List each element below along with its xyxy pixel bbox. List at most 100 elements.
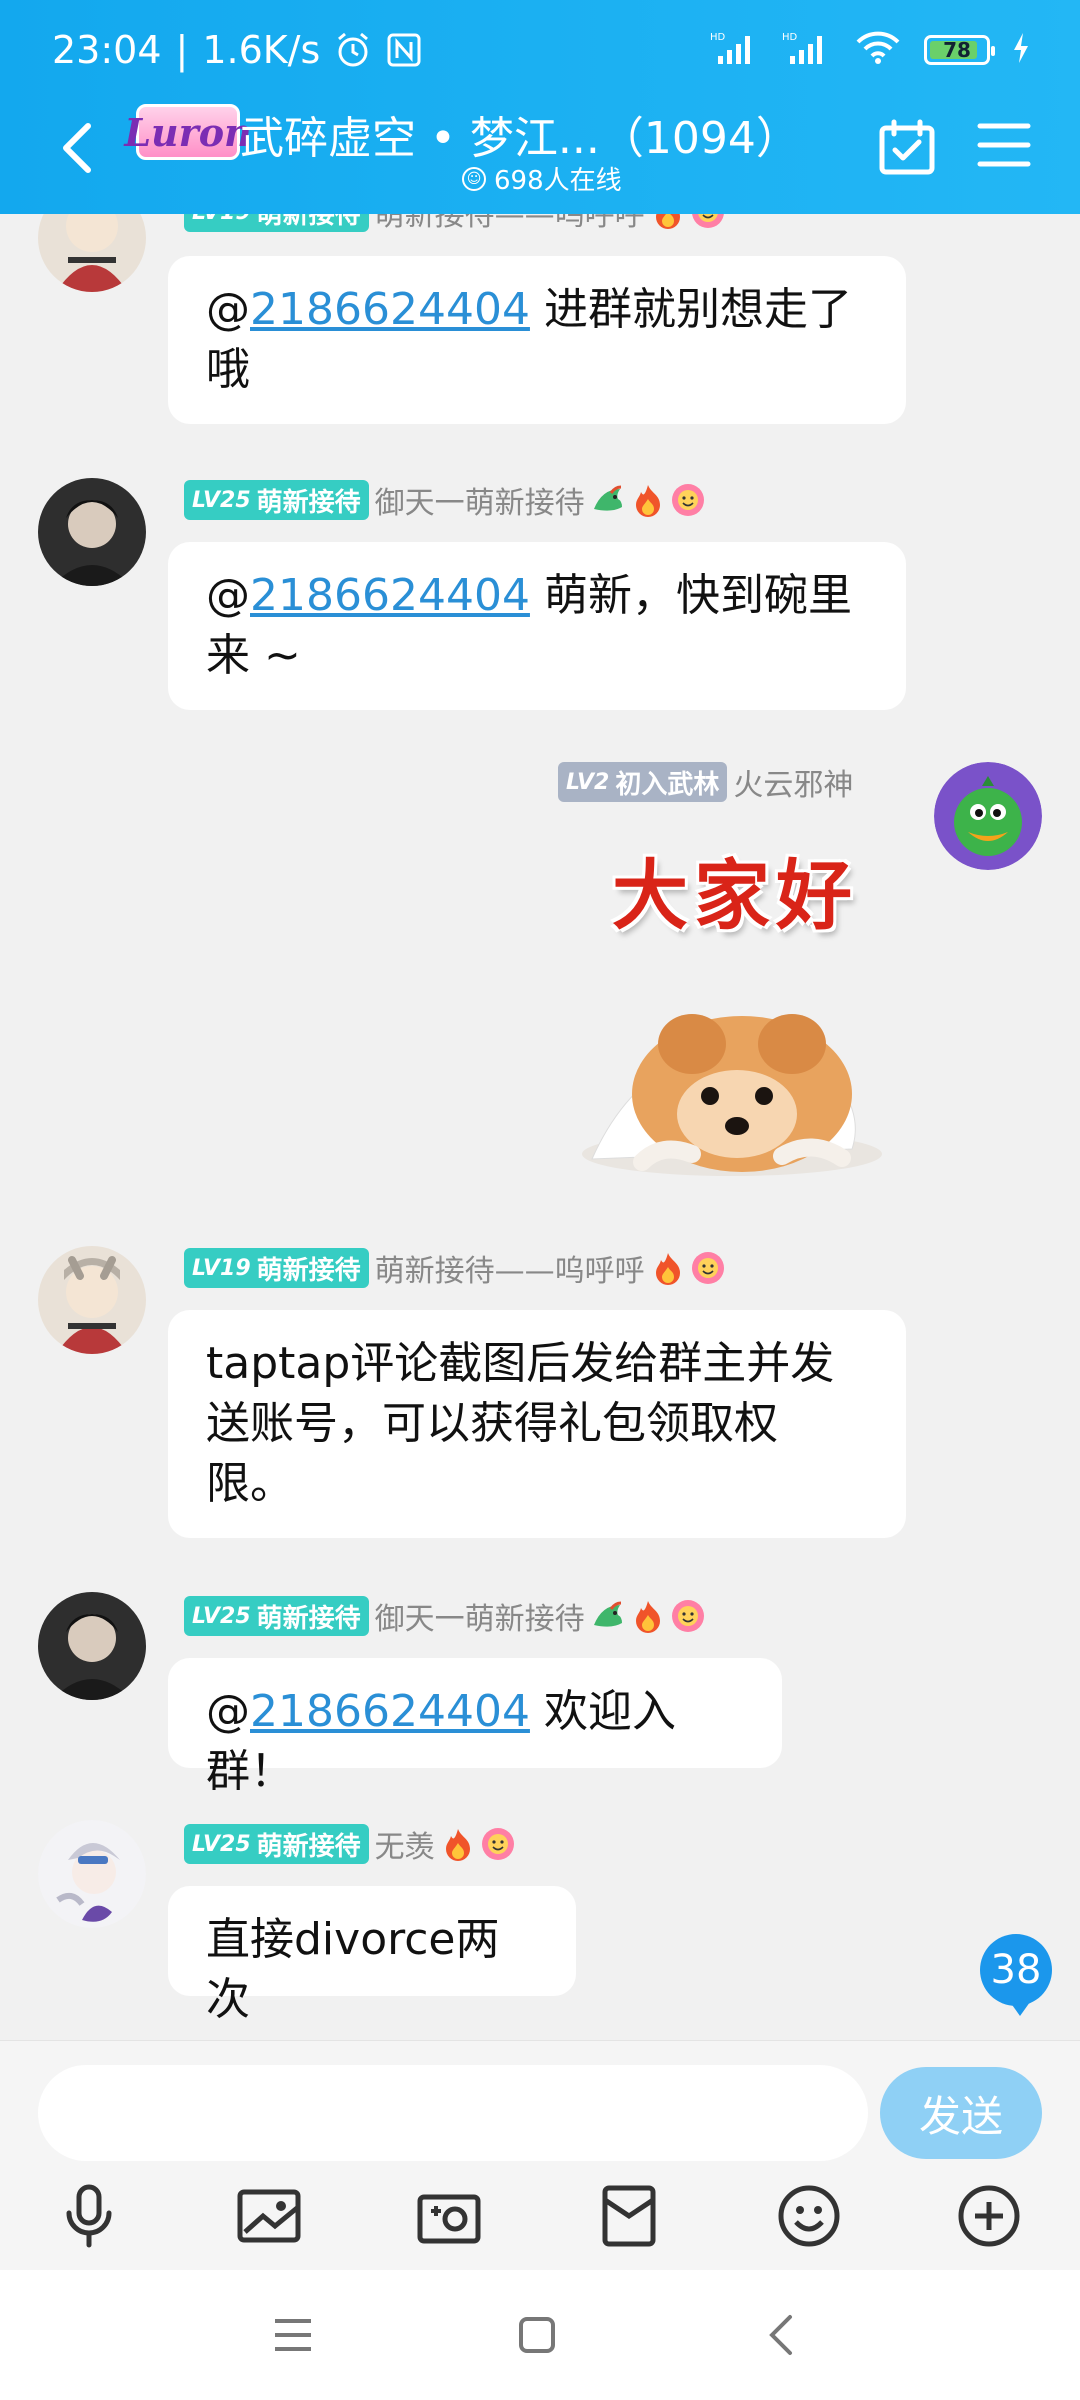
more-button[interactable] [954, 2181, 1024, 2251]
calendar-button[interactable] [878, 118, 936, 176]
menu-button[interactable] [976, 120, 1032, 170]
avatar[interactable] [38, 1820, 146, 1928]
svg-text:HD: HD [782, 32, 798, 43]
mention-link[interactable]: 2186624404 [250, 1686, 530, 1737]
mention-link[interactable]: 2186624404 [250, 570, 530, 621]
level-badge: LV2 初入武林 [558, 762, 728, 802]
message-line: 送账号，可以获得礼包领取权 [206, 1398, 778, 1449]
online-smile-icon: ☺ [462, 166, 486, 191]
level-badge: LV19萌新接待 [184, 1248, 369, 1288]
battery-indicator: 78 [924, 35, 995, 65]
message-input[interactable] [38, 2065, 868, 2161]
square-home-icon [519, 2317, 555, 2353]
fire-badge-icon [651, 1251, 685, 1285]
mention-link[interactable]: 2186624404 [250, 284, 530, 335]
flower-badge-icon [691, 214, 725, 229]
charging-icon [1012, 32, 1030, 68]
network-speed: 1.6K/s [202, 28, 321, 72]
message-line: @2186624404 进群就别想走了 [206, 284, 852, 335]
group-title[interactable]: 武碎虚空 • 梦江...（1094） [240, 102, 800, 166]
message-line: 直接divorce两次 [206, 1914, 500, 2025]
red-packet-button[interactable] [594, 2181, 664, 2251]
input-toolbar [0, 2181, 1080, 2261]
dragon-badge-icon [591, 1599, 625, 1633]
level-badge: LV25 萌新接待 [184, 1824, 369, 1864]
dragon-badge-icon [591, 483, 625, 517]
unread-count-badge[interactable]: 38 [980, 1934, 1052, 2016]
voice-button[interactable] [54, 2181, 124, 2251]
emoji-button[interactable] [774, 2181, 844, 2251]
message-line: 来 ~ [206, 630, 301, 681]
avatar[interactable] [38, 478, 146, 586]
sender-nick[interactable]: 无羡 [375, 1822, 435, 1866]
level-badge: LV19萌新接待 [184, 214, 369, 232]
battery-level: 78 [943, 38, 971, 62]
message-meta: LV25 萌新接待 无羡 [184, 1822, 515, 1866]
sender-nick[interactable]: 御天一萌新接待 [375, 1594, 585, 1638]
flower-badge-icon [481, 1827, 515, 1861]
status-right: HD HD 78 [710, 30, 1030, 70]
nav-bar: Luron 武碎虚空 • 梦江...（1094） ☺ 698人在线 [0, 96, 1080, 214]
online-count: ☺ 698人在线 [462, 160, 622, 197]
menu-lines-icon [275, 2319, 311, 2351]
recent-apps-button[interactable] [268, 2310, 318, 2360]
sticker-text[interactable]: 大家好 [612, 834, 858, 944]
message-bubble[interactable]: taptap评论截图后发给群主并发 送账号，可以获得礼包领取权 限。 [168, 1310, 906, 1538]
system-navigation-bar [0, 2270, 1080, 2400]
sender-nick[interactable]: 御天一萌新接待 [375, 478, 585, 522]
input-bar: 发送 [0, 2040, 1080, 2270]
chat-list[interactable]: LV19萌新接待 萌新接待——呜呼呼 @2186624404 进群就别想走了 哦… [0, 214, 1080, 2040]
image-button[interactable] [234, 2181, 304, 2251]
message-bubble[interactable]: 直接divorce两次 [168, 1886, 576, 2025]
flower-badge-icon [671, 1599, 705, 1633]
message-meta: LV19萌新接待 萌新接待——呜呼呼 [184, 1246, 725, 1290]
status-time: 23:04 [52, 28, 162, 72]
signal-hd-1-icon: HD [710, 30, 760, 70]
message-meta: LV25 萌新接待 御天一萌新接待 [184, 1594, 705, 1638]
flower-badge-icon [691, 1251, 725, 1285]
brand-logo: Luron [124, 104, 252, 160]
message-line: taptap评论截图后发给群主并发 [206, 1338, 835, 1389]
fire-badge-icon [631, 483, 665, 517]
online-text: 698人在线 [494, 166, 622, 196]
chevron-left-icon [769, 2315, 792, 2355]
message-bubble[interactable]: @2186624404 进群就别想走了 哦 [168, 256, 906, 424]
red-packet-icon [602, 2185, 656, 2247]
message-bubble[interactable]: @2186624404 欢迎入群！ [168, 1658, 782, 1797]
message-bubble[interactable]: @2186624404 萌新，快到碗里 来 ~ [168, 542, 906, 710]
avatar[interactable] [934, 762, 1042, 870]
message-line: @2186624404 萌新，快到碗里 [206, 570, 852, 621]
avatar[interactable] [38, 214, 146, 292]
back-button[interactable] [48, 118, 108, 178]
fire-badge-icon [631, 1599, 665, 1633]
send-button[interactable]: 发送 [880, 2067, 1042, 2159]
image-icon [237, 2189, 301, 2243]
camera-button[interactable] [414, 2181, 484, 2251]
nfc-icon [386, 32, 422, 68]
signal-hd-2-icon: HD [782, 30, 832, 70]
system-back-button[interactable] [756, 2310, 806, 2360]
back-arrow-icon [63, 123, 91, 173]
status-bar: 23:04 | 1.6K/s HD HD 78 [0, 0, 1080, 104]
message-line: 限。 [206, 1458, 294, 1509]
hamburger-menu-icon [977, 123, 1031, 167]
sender-nick[interactable]: 萌新接待——呜呼呼 [375, 1246, 645, 1290]
dog-sticker-image[interactable] [572, 984, 892, 1184]
message-meta: LV2 初入武林 火云邪神 [558, 760, 853, 804]
fire-badge-icon [441, 1827, 475, 1861]
message-line: @2186624404 欢迎入群！ [206, 1686, 676, 1797]
message-line: 哦 [206, 344, 250, 395]
chat-header: 23:04 | 1.6K/s HD HD 78 Luron 武碎虚空 • 梦江.… [0, 0, 1080, 214]
flower-badge-icon [671, 483, 705, 517]
sender-nick[interactable]: 火云邪神 [733, 760, 853, 804]
smiley-icon [778, 2185, 840, 2247]
avatar[interactable] [38, 1592, 146, 1700]
sender-nick[interactable]: 萌新接待——呜呼呼 [375, 214, 645, 234]
home-button[interactable] [512, 2310, 562, 2360]
status-divider: | [175, 28, 189, 72]
level-badge: LV25 萌新接待 [184, 1596, 369, 1636]
message-meta: LV25 萌新接待 御天一萌新接待 [184, 478, 705, 522]
camera-icon [417, 2194, 481, 2244]
avatar[interactable] [38, 1246, 146, 1354]
microphone-icon [66, 2184, 112, 2248]
